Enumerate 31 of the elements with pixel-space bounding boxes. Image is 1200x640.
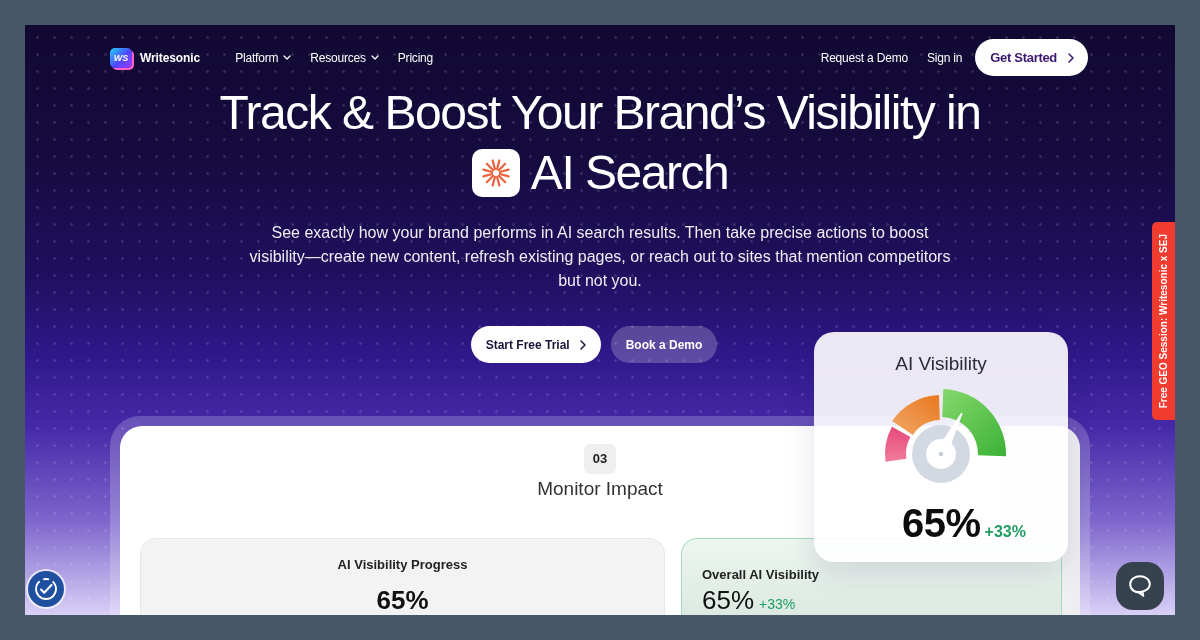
- hero-description: See exactly how your brand performs in AI search results. Then take precise actions to boost visibility—create new content, refresh existing pages, or reach out to sites that mention competitors but not you.: [248, 223, 952, 291]
- start-trial-button[interactable]: Start Free Trial: [470, 326, 601, 363]
- check-circle-icon: [34, 577, 58, 601]
- gauge-change: +33%: [984, 523, 1026, 541]
- book-demo-button[interactable]: Book a Demo: [610, 326, 718, 363]
- get-started-button[interactable]: Get Started: [975, 39, 1088, 76]
- stat-change: +33%: [759, 596, 796, 612]
- brand-name[interactable]: Writesonic: [140, 50, 201, 65]
- chevron-right-icon: [1068, 52, 1074, 63]
- chat-button[interactable]: [1116, 562, 1164, 610]
- gauge-value: 65%: [902, 501, 981, 545]
- chat-bubble-icon: [1128, 575, 1152, 597]
- nav-link[interactable]: Platform: [235, 50, 292, 65]
- card-title: AI Visibility: [895, 352, 987, 376]
- headline: AI Search: [530, 145, 729, 201]
- headline: Track & Boost Your Brand’s Visibility in: [218, 85, 982, 141]
- logo-mark[interactable]: WS: [110, 47, 132, 68]
- nav-link[interactable]: Request a Demo: [820, 50, 908, 65]
- stat-value: 65%: [376, 586, 429, 614]
- step-number: 03: [584, 444, 616, 474]
- panel-title: AI Visibility Progress: [337, 556, 468, 574]
- accessibility-button[interactable]: [28, 571, 64, 607]
- section-title: Monitor Impact: [536, 477, 664, 501]
- chevron-right-icon: [579, 339, 586, 350]
- nav-link[interactable]: Pricing: [397, 50, 434, 65]
- nav-link[interactable]: Sign in: [926, 50, 963, 65]
- panel-title: Overall AI Visibility: [702, 566, 820, 584]
- promo-tab[interactable]: Free GEO Session: Writesonic x SEJ: [1152, 222, 1175, 420]
- stat-value: 65%: [702, 587, 755, 613]
- nav-link[interactable]: Resources: [310, 50, 379, 65]
- starburst-icon: [471, 149, 520, 197]
